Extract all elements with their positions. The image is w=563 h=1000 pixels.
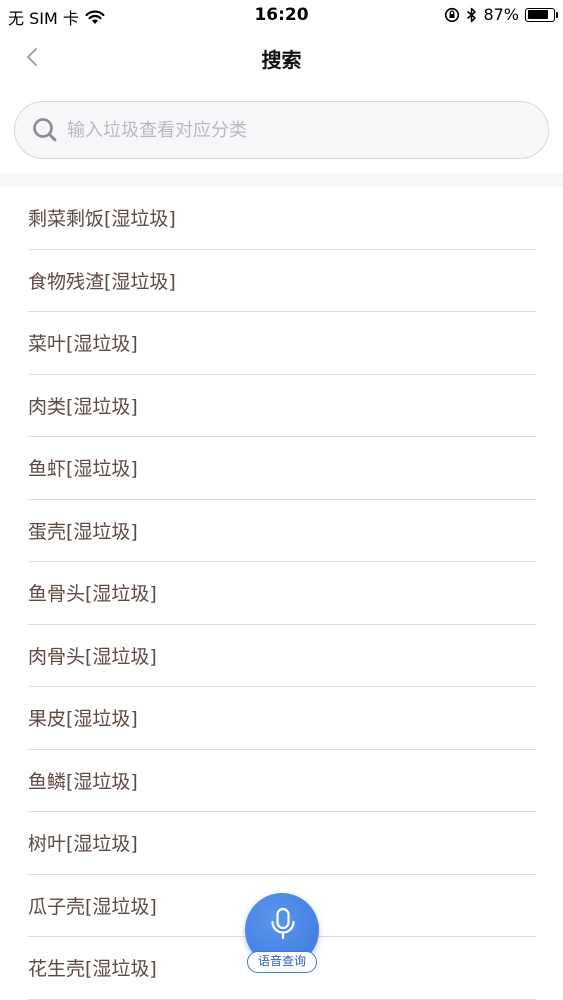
microphone-icon	[271, 907, 295, 940]
battery-level	[527, 10, 549, 19]
rotation-lock-icon	[445, 7, 460, 22]
bluetooth-icon	[467, 7, 477, 22]
result-item[interactable]: 鱼虾[湿垃圾]	[28, 437, 536, 500]
voice-search-button[interactable]: 语音查询	[244, 893, 320, 973]
result-item[interactable]: 蛋壳[湿垃圾]	[28, 500, 536, 562]
status-right: 87%	[444, 5, 558, 24]
result-item[interactable]: 剩菜剩饭[湿垃圾]	[28, 187, 536, 250]
nav-bar: 搜索	[0, 30, 563, 86]
result-item[interactable]: 鱼鳞[湿垃圾]	[28, 750, 536, 812]
voice-search-label: 语音查询	[247, 951, 317, 973]
result-item[interactable]: 菜叶[湿垃圾]	[28, 312, 536, 375]
search-bar[interactable]	[14, 101, 549, 159]
result-item[interactable]: 肉骨头[湿垃圾]	[28, 625, 536, 687]
search-icon	[33, 118, 57, 142]
result-item[interactable]: 鱼骨头[湿垃圾]	[28, 562, 536, 625]
search-input[interactable]	[65, 118, 529, 142]
battery-icon	[525, 7, 558, 22]
section-divider	[0, 173, 563, 187]
result-item[interactable]: 食物残渣[湿垃圾]	[28, 250, 536, 312]
result-item[interactable]: 果皮[湿垃圾]	[28, 687, 536, 750]
result-list: 剩菜剩饭[湿垃圾] 食物残渣[湿垃圾] 菜叶[湿垃圾] 肉类[湿垃圾] 鱼虾[湿垃圾] 蛋…	[0, 187, 563, 1000]
result-item[interactable]: 肉类[湿垃圾]	[28, 375, 536, 437]
page-title: 搜索	[261, 48, 302, 72]
result-item[interactable]: 树叶[湿垃圾]	[28, 812, 536, 875]
status-bar: 无 SIM 卡 16:20 87%	[0, 0, 563, 30]
battery-percent: 87%	[483, 5, 519, 24]
